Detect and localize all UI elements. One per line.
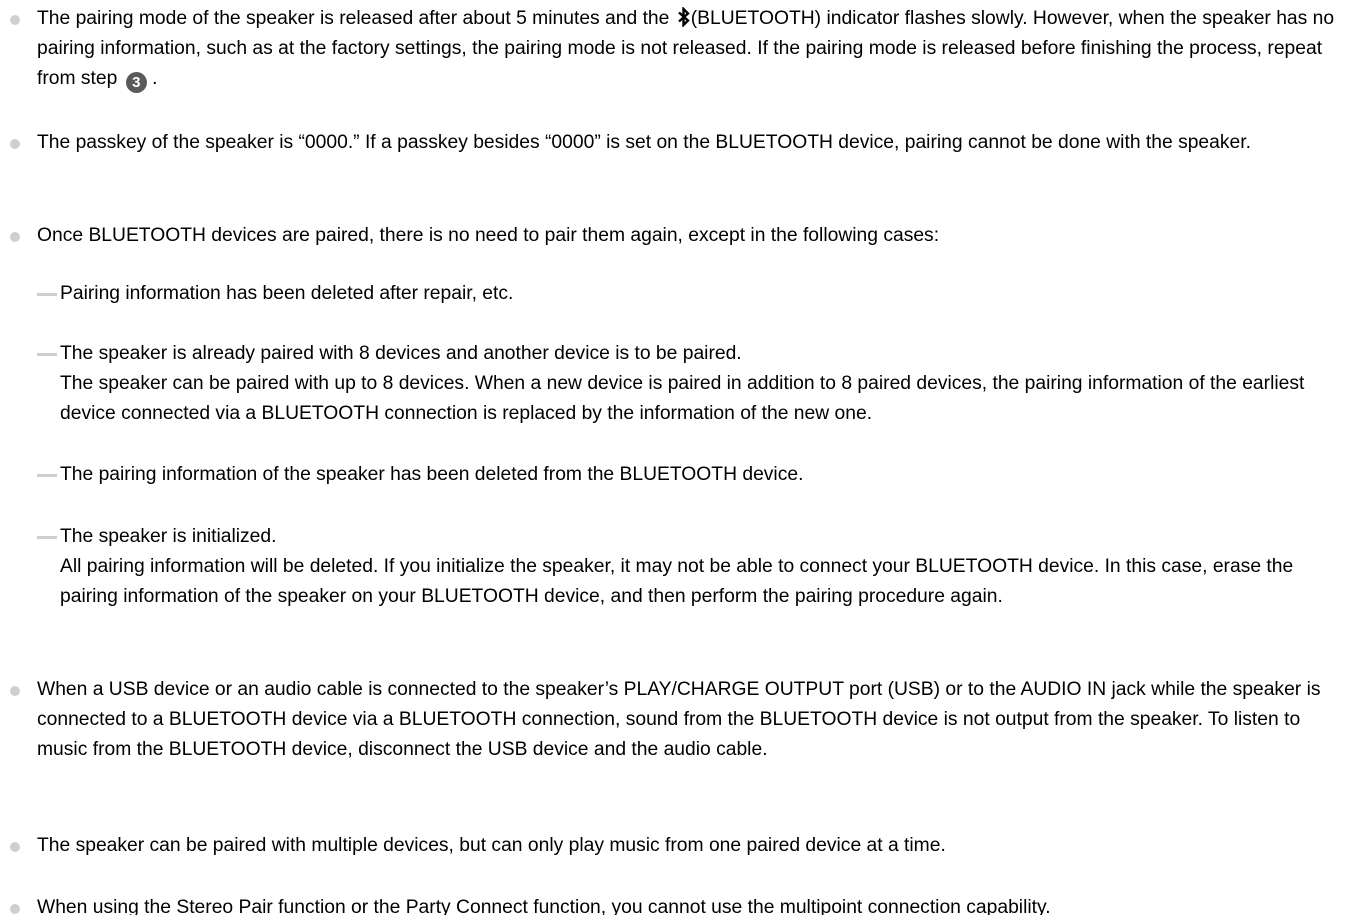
sub-item-initialized: The speaker is initialized. All pairing …: [37, 522, 1350, 612]
sub-item-eight-devices: The speaker is already paired with 8 dev…: [37, 339, 1350, 429]
sub-item-deleted-from-device: The pairing information of the speaker h…: [37, 460, 1350, 490]
note-text: When a USB device or an audio cable is c…: [37, 679, 1321, 760]
bullet-dot: [10, 842, 20, 852]
sub-item-detail: All pairing information will be deleted.…: [60, 556, 1294, 607]
note-text: Once BLUETOOTH devices are paired, there…: [37, 225, 940, 246]
bullet-dot: [10, 232, 20, 242]
dash-marker: [37, 293, 57, 296]
bullet-dot: [10, 686, 20, 696]
step-number-badge[interactable]: 3: [125, 72, 147, 93]
bullet-dot: [10, 139, 20, 149]
dash-marker: [37, 474, 57, 477]
sub-item-text: The pairing information of the speaker h…: [60, 464, 804, 485]
dash-marker: [37, 353, 57, 356]
note-item-passkey: The passkey of the speaker is “0000.” If…: [0, 128, 1356, 158]
note-item-pairing-mode: The pairing mode of the speaker is relea…: [0, 4, 1356, 94]
sub-item-text: The speaker is initialized.: [60, 526, 277, 547]
note-text-part: The pairing mode of the speaker is relea…: [37, 8, 675, 29]
sub-item-detail: The speaker can be paired with up to 8 d…: [60, 373, 1305, 424]
note-text: When using the Stereo Pair function or t…: [37, 897, 1051, 915]
sub-item-repair: Pairing information has been deleted aft…: [37, 279, 1350, 309]
note-text-part: .: [146, 68, 158, 89]
bluetooth-icon: [677, 7, 690, 27]
note-text: The pairing mode of the speaker is relea…: [37, 4, 1352, 94]
dash-marker: [37, 536, 57, 539]
bullet-dot: [10, 15, 20, 25]
sub-item-text: Pairing information has been deleted aft…: [60, 283, 514, 304]
note-item-usb-audio: When a USB device or an audio cable is c…: [0, 675, 1356, 765]
sub-item-text: The speaker is already paired with 8 dev…: [60, 343, 742, 364]
note-text: The passkey of the speaker is “0000.” If…: [37, 132, 1251, 153]
note-item-stereo-pair: When using the Stereo Pair function or t…: [0, 893, 1356, 915]
bullet-dot: [10, 904, 20, 914]
note-item-multiple-devices: The speaker can be paired with multiple …: [0, 831, 1356, 861]
note-item-repairing-cases: Once BLUETOOTH devices are paired, there…: [0, 221, 1356, 251]
note-text: The speaker can be paired with multiple …: [37, 835, 946, 856]
